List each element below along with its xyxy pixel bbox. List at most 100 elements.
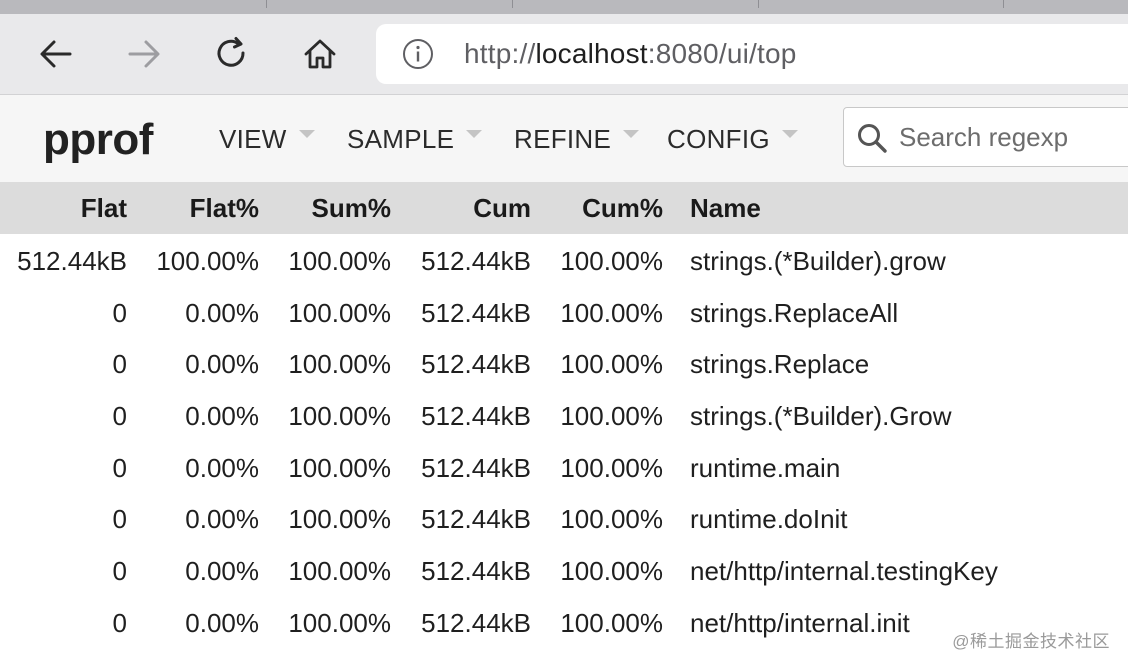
table-row[interactable]: 0 0.00% 100.00% 512.44kB 100.00% strings…	[0, 339, 1128, 391]
cell-flat-percent: 100.00%	[156, 246, 259, 276]
menu-refine[interactable]: REFINE	[514, 121, 640, 157]
cell-flat-percent: 0.00%	[185, 401, 259, 432]
cell-sum-percent: 100.00%	[288, 297, 391, 328]
cell-sum-percent: 100.00%	[288, 556, 391, 587]
search-input[interactable]	[899, 118, 1128, 156]
cell-flat: 0	[112, 452, 127, 483]
arrow-left-icon	[40, 40, 72, 68]
tab-strip	[0, 0, 1128, 14]
url-path: :8080/ui/top	[647, 38, 797, 69]
table-row[interactable]: 0 0.00% 100.00% 512.44kB 100.00% runtime…	[0, 443, 1128, 495]
cell-flat: 0	[112, 607, 127, 638]
column-header-flat[interactable]: Flat	[0, 182, 127, 234]
home-button[interactable]	[298, 32, 342, 76]
cell-flat-percent: 0.00%	[185, 556, 259, 587]
home-icon	[304, 39, 336, 69]
cell-flat-percent: 0.00%	[185, 297, 259, 328]
app-title: pprof	[43, 115, 153, 164]
caret-down-icon	[466, 130, 483, 138]
cell-cum: 512.44kB	[421, 452, 531, 483]
browser-toolbar: http://localhost:8080/ui/top	[0, 14, 1128, 95]
cell-flat-percent: 0.00%	[185, 607, 259, 638]
cell-flat-percent: 0.00%	[185, 349, 259, 380]
column-header-name[interactable]: Name	[690, 182, 1120, 234]
column-header-sum-percent[interactable]: Sum%	[262, 182, 391, 234]
cell-cum-percent: 100.00%	[560, 607, 663, 638]
info-icon[interactable]	[402, 38, 434, 70]
address-bar[interactable]: http://localhost:8080/ui/top	[376, 24, 1128, 84]
caret-down-icon	[623, 130, 640, 138]
cell-flat: 0	[112, 349, 127, 380]
cell-cum: 512.44kB	[421, 607, 531, 638]
table-row[interactable]: 0 0.00% 100.00% 512.44kB 100.00% strings…	[0, 391, 1128, 443]
cell-sum-percent: 100.00%	[288, 349, 391, 380]
cell-flat: 512.44kB	[17, 246, 127, 276]
cell-cum: 512.44kB	[421, 401, 531, 432]
cell-cum: 512.44kB	[421, 504, 531, 535]
cell-cum: 512.44kB	[421, 349, 531, 380]
cell-cum-percent: 100.00%	[560, 556, 663, 587]
reload-button[interactable]	[210, 32, 254, 76]
cell-sum-percent: 100.00%	[288, 246, 391, 276]
column-header-cum-percent[interactable]: Cum%	[534, 182, 663, 234]
cell-cum-percent: 100.00%	[560, 504, 663, 535]
cell-name: strings.ReplaceAll	[690, 297, 899, 328]
cell-cum: 512.44kB	[421, 246, 531, 276]
watermark: @稀土掘金技术社区	[952, 632, 1110, 651]
menu-config[interactable]: CONFIG	[667, 121, 798, 157]
tab-separator	[512, 0, 513, 8]
back-button[interactable]	[34, 32, 78, 76]
cell-flat-percent: 0.00%	[185, 504, 259, 535]
cell-name: strings.(*Builder).grow	[690, 246, 946, 276]
arrow-right-icon	[128, 40, 160, 68]
cell-name: runtime.main	[690, 452, 841, 483]
url-scheme: http://	[464, 38, 536, 69]
forward-button[interactable]	[122, 32, 166, 76]
table-row[interactable]: 512.44kB 100.00% 100.00% 512.44kB 100.00…	[0, 236, 1128, 288]
url-host: localhost	[535, 38, 648, 69]
table-row[interactable]: 0 0.00% 100.00% 512.44kB 100.00% strings…	[0, 288, 1128, 340]
url-text: http://localhost:8080/ui/top	[464, 38, 797, 70]
tab-separator	[266, 0, 267, 8]
caret-down-icon	[781, 130, 798, 138]
menu-label: VIEW	[219, 124, 287, 154]
cell-name: runtime.doInit	[690, 504, 848, 535]
cell-sum-percent: 100.00%	[288, 401, 391, 432]
cell-cum: 512.44kB	[421, 556, 531, 587]
cell-name: strings.Replace	[690, 349, 870, 380]
search-icon	[858, 124, 887, 153]
cell-cum-percent: 100.00%	[560, 349, 663, 380]
table-body: 512.44kB 100.00% 100.00% 512.44kB 100.00…	[0, 236, 1128, 650]
cell-cum: 512.44kB	[421, 297, 531, 328]
menu-sample[interactable]: SAMPLE	[347, 121, 483, 157]
cell-cum-percent: 100.00%	[560, 297, 663, 328]
menu-label: SAMPLE	[347, 124, 455, 154]
table-row[interactable]: 0 0.00% 100.00% 512.44kB 100.00% runtime…	[0, 494, 1128, 546]
column-header-flat-percent[interactable]: Flat%	[130, 182, 259, 234]
table-row[interactable]: 0 0.00% 100.00% 512.44kB 100.00% net/htt…	[0, 546, 1128, 598]
table-header: Flat Flat% Sum% Cum Cum% Name	[0, 182, 1128, 234]
cell-cum-percent: 100.00%	[560, 246, 663, 276]
cell-cum-percent: 100.00%	[560, 401, 663, 432]
menu-label: REFINE	[514, 124, 612, 154]
tab-separator	[758, 0, 759, 8]
cell-flat: 0	[112, 556, 127, 587]
menu-label: CONFIG	[667, 124, 770, 154]
cell-flat: 0	[112, 504, 127, 535]
cell-flat-percent: 0.00%	[185, 452, 259, 483]
app-header: pprof VIEW SAMPLE REFINE CONFIG	[0, 95, 1128, 182]
cell-cum-percent: 100.00%	[560, 452, 663, 483]
caret-down-icon	[298, 130, 315, 138]
cell-name: strings.(*Builder).Grow	[690, 401, 952, 432]
tab-separator	[1003, 0, 1004, 8]
cell-flat: 0	[112, 401, 127, 432]
cell-name: net/http/internal.testingKey	[690, 556, 998, 587]
search-box[interactable]	[843, 107, 1128, 167]
cell-sum-percent: 100.00%	[288, 607, 391, 638]
cell-sum-percent: 100.00%	[288, 504, 391, 535]
column-header-cum[interactable]: Cum	[394, 182, 531, 234]
cell-sum-percent: 100.00%	[288, 452, 391, 483]
cell-flat: 0	[112, 297, 127, 328]
menu-view[interactable]: VIEW	[219, 121, 315, 157]
reload-icon	[217, 37, 245, 67]
